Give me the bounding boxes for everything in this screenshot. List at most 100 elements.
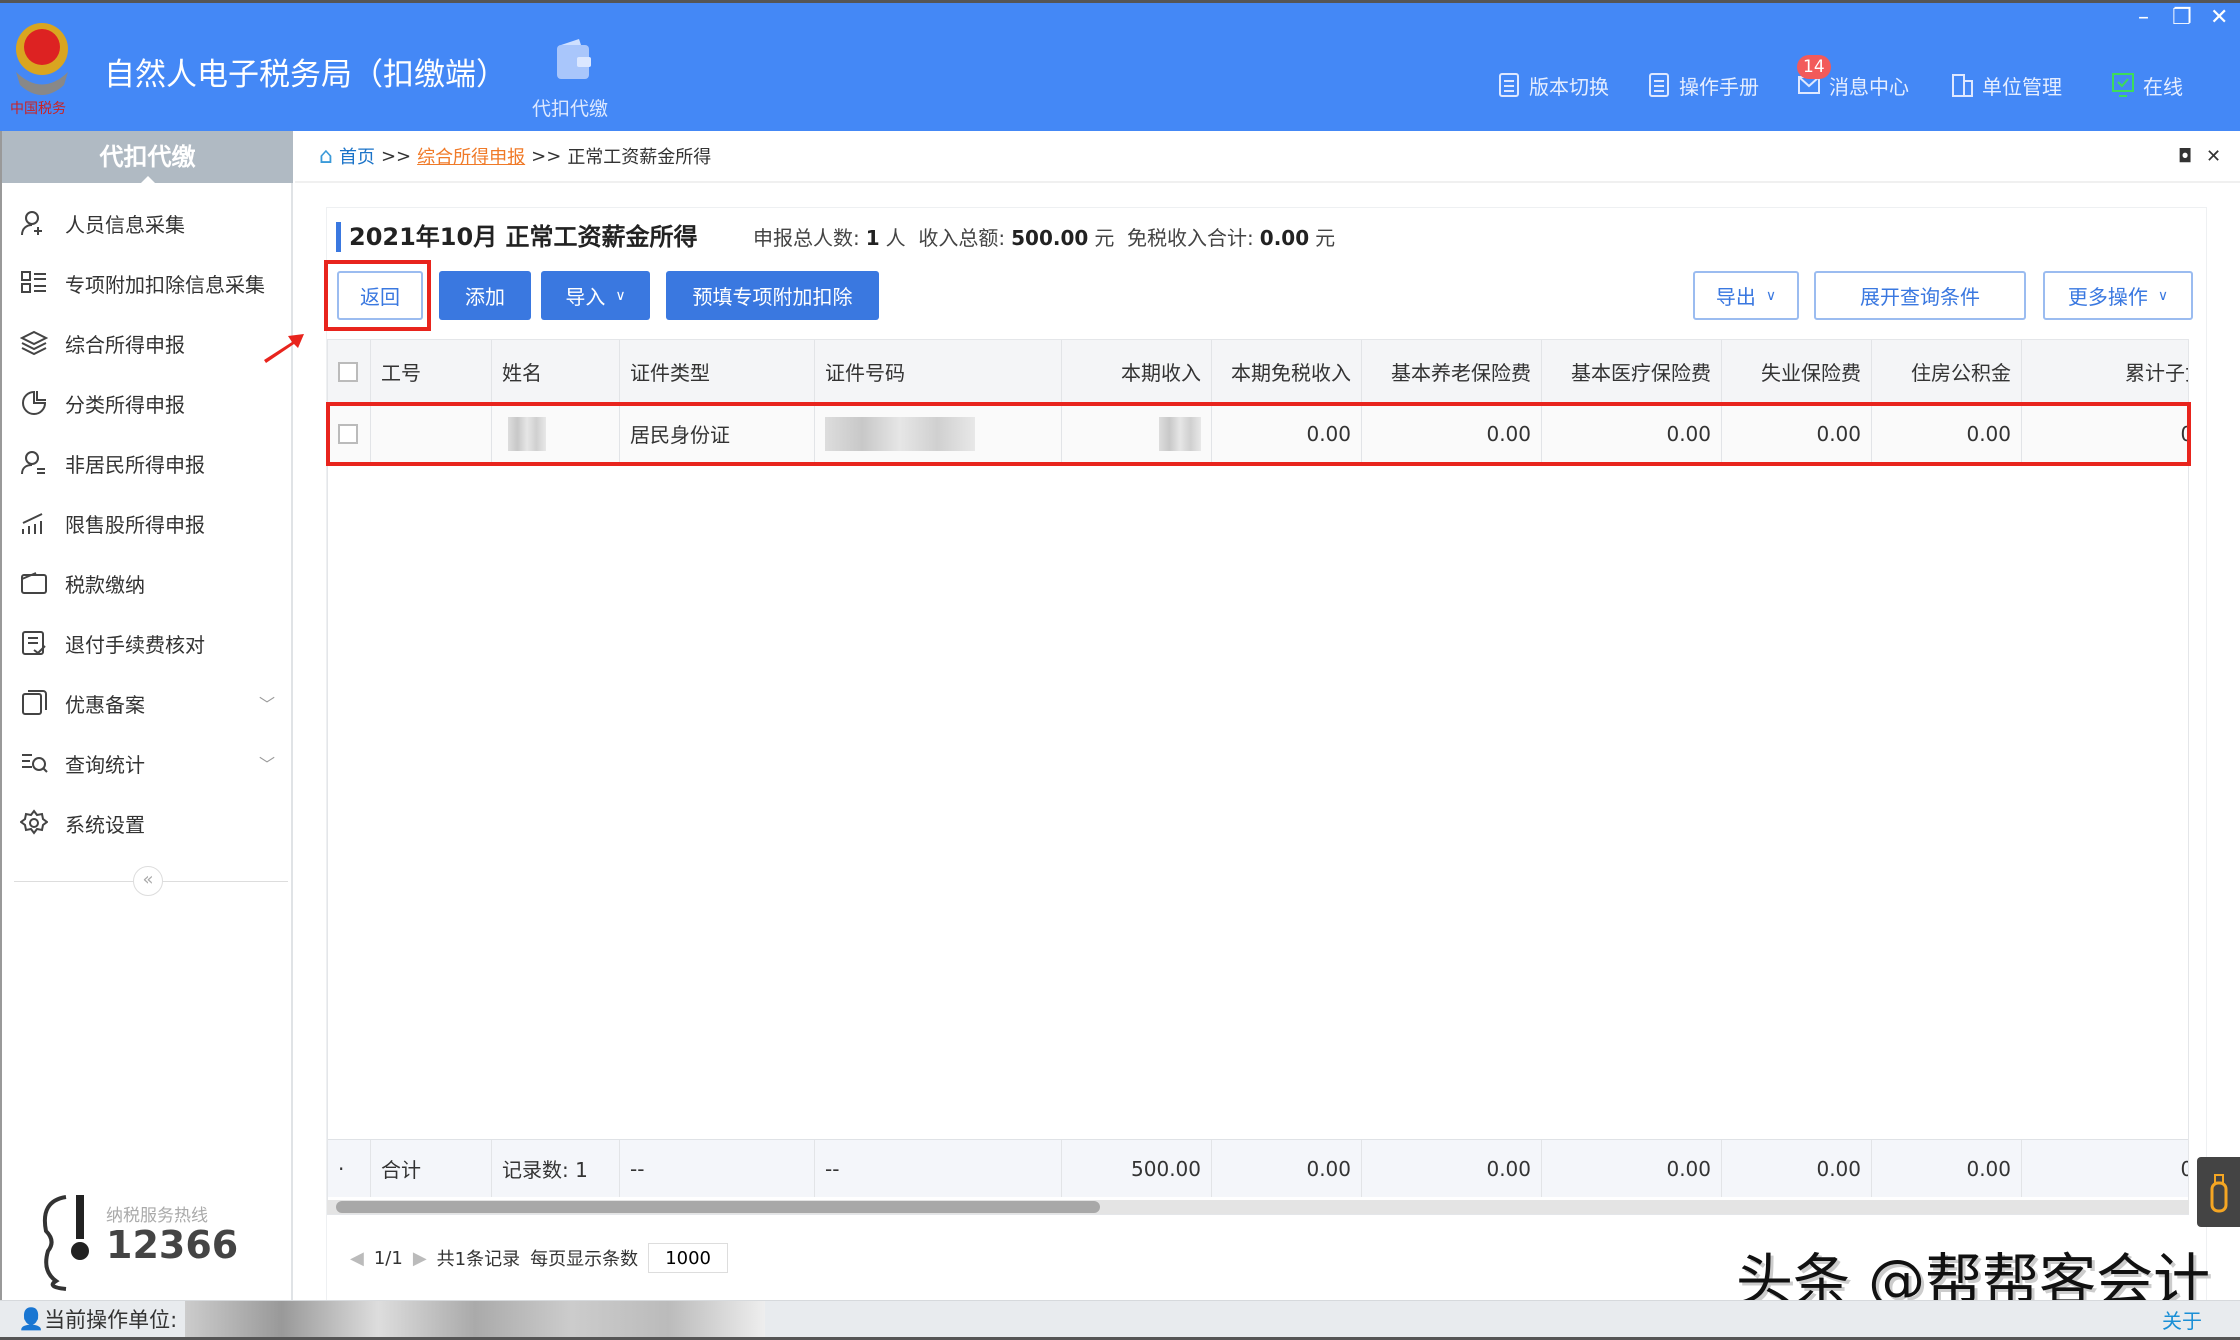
sidebar-item[interactable]: 税款缴纳 (2, 553, 293, 613)
user-icon: 👤 (18, 1306, 45, 1331)
more-actions-dropdown[interactable]: 更多操作 ∨ (2043, 271, 2193, 320)
wallet-icon[interactable] (553, 37, 593, 81)
sidebar-item-label: 系统设置 (65, 812, 145, 837)
import-dropdown[interactable]: 导入 ∨ (541, 271, 650, 320)
footer-cell: 0.00 (2022, 1140, 2188, 1197)
tab-maximize-button[interactable]: ◘ (2178, 146, 2192, 167)
nav-version-switch[interactable]: 版本切换 (1497, 69, 1609, 101)
header-cell[interactable]: 住房公积金 (1872, 340, 2022, 403)
hotline-headset-icon (43, 1195, 89, 1291)
breadcrumb-separator: >> (380, 145, 412, 167)
sidebar-item[interactable]: 专项附加扣除信息采集 (2, 253, 293, 313)
header-cell[interactable]: 本期收入 (1062, 340, 1212, 403)
header-cell[interactable]: 本期免税收入 (1212, 340, 1362, 403)
income-table: 工号 姓名 证件类型 证件号码 本期收入 本期免税收入 基本养老保险费 基本医疗保险费 失业保险… (327, 339, 2189, 1215)
list-icon (21, 271, 46, 293)
footer-cell: -- (620, 1140, 815, 1197)
sidebar-item[interactable]: 系统设置 (2, 793, 293, 853)
chevron-down-icon: ﹀ (258, 755, 275, 774)
header-cell[interactable]: 失业保险费 (1722, 340, 1872, 403)
sidebar-item-label: 非居民所得申报 (65, 452, 205, 477)
sidebar-item[interactable]: 限售股所得申报 (2, 493, 293, 553)
svg-text:中国税务: 中国税务 (10, 101, 66, 117)
count-value: 1 (865, 226, 880, 250)
income-label: 收入总额: (918, 226, 1006, 250)
sidebar-item-label: 退付手续费核对 (65, 632, 205, 657)
close-button[interactable]: ✕ (2210, 5, 2228, 30)
search-list-icon (22, 754, 48, 773)
prev-page-icon[interactable]: ◀ (350, 1248, 364, 1269)
current-unit-label: 当前操作单位: (44, 1308, 178, 1332)
sidebar-item-label: 优惠备案 (65, 692, 145, 717)
sidebar-item[interactable]: 分类所得申报 (2, 373, 293, 433)
chevron-down-icon: ∨ (2157, 287, 2169, 304)
sidebar-item-label: 税款缴纳 (65, 572, 145, 597)
current-unit-redacted (185, 1301, 766, 1337)
breadcrumb-current: 正常工资薪金所得 (567, 147, 712, 168)
more-label: 更多操作 (2067, 285, 2148, 309)
sidebar-item[interactable]: 查询统计 ﹀ (2, 733, 293, 793)
usb-key-widget[interactable] (2197, 1157, 2240, 1227)
nav-unit-management[interactable]: 单位管理 (1950, 69, 2062, 101)
header-cell[interactable]: 证件类型 (620, 340, 815, 403)
pie-chart-icon (22, 390, 47, 415)
breadcrumb: ⌂ 首页 >> 综合所得申报 >> 正常工资薪金所得 (295, 131, 2240, 183)
exempt-label: 免税收入合计: (1127, 226, 1254, 250)
sidebar-item[interactable]: 非居民所得申报 (2, 433, 293, 493)
restore-button[interactable]: ❐ (2172, 5, 2192, 30)
header-cell[interactable]: 基本医疗保险费 (1542, 340, 1722, 403)
nav-manual[interactable]: 操作手册 (1647, 69, 1759, 101)
export-label: 导出 (1715, 285, 1756, 309)
sidebar-item-label: 限售股所得申报 (65, 512, 205, 537)
header-cell[interactable]: 姓名 (492, 340, 620, 403)
breadcrumb-parent[interactable]: 综合所得申报 (417, 143, 525, 169)
row-highlight-box (326, 402, 2191, 466)
breadcrumb-home[interactable]: 首页 (339, 143, 375, 169)
count-unit: 人 (885, 226, 906, 250)
nav-online-status[interactable]: 在线 (2111, 69, 2183, 101)
checkbox[interactable] (338, 361, 358, 382)
minimize-button[interactable]: – (2138, 5, 2149, 30)
export-dropdown[interactable]: 导出 ∨ (1693, 271, 1799, 320)
tab-close-button[interactable]: ✕ (2206, 146, 2221, 167)
hotline-number: 12366 (106, 1223, 239, 1267)
collapse-sidebar-button[interactable]: « (133, 866, 163, 896)
highlight-box (324, 260, 431, 331)
bar-chart-icon (22, 513, 43, 534)
table-total-row: ·合计记录数: 1----500.000.000.000.000.000.000… (328, 1139, 2188, 1197)
header-cell[interactable]: 证件号码 (815, 340, 1062, 403)
income-unit: 元 (1094, 226, 1115, 250)
page-size-input[interactable] (648, 1243, 729, 1273)
exempt-unit: 元 (1315, 226, 1336, 250)
add-button[interactable]: 添加 (439, 271, 531, 320)
next-page-icon[interactable]: ▶ (413, 1248, 427, 1269)
header-cell[interactable]: 基本养老保险费 (1362, 340, 1542, 403)
breadcrumb-separator: >> (531, 145, 562, 167)
sidebar-header: 代扣代缴 (2, 131, 293, 184)
page-size-label: 每页显示条数 (530, 1249, 639, 1270)
about-link[interactable]: 关于 (2162, 1305, 2202, 1334)
footer-cell: · (328, 1140, 371, 1197)
home-icon[interactable]: ⌂ (319, 144, 333, 169)
sidebar-item[interactable]: 优惠备案 ﹀ (2, 673, 293, 733)
header-cell[interactable]: 累计子女教 (2022, 340, 2188, 403)
prefill-deduction-button[interactable]: 预填专项附加扣除 (666, 271, 879, 320)
pagination: ◀ 1/1 ▶ 共1条记录 每页显示条数 (350, 1243, 729, 1273)
footer-cell: 0.00 (1362, 1140, 1542, 1197)
module-tab-label[interactable]: 代扣代缴 (532, 94, 608, 121)
sidebar-item[interactable]: 退付手续费核对 (2, 613, 293, 673)
expand-query-button[interactable]: 展开查询条件 (1814, 271, 2026, 320)
nav-label: 单位管理 (1982, 74, 2062, 99)
scrollbar-thumb[interactable] (336, 1201, 1100, 1213)
header-cell[interactable] (328, 340, 371, 403)
building-icon (1952, 74, 1973, 97)
tax-emblem-logo: 中国税务 (10, 23, 68, 117)
app-title: 自然人电子税务局（扣缴端） (104, 57, 507, 93)
checklist-icon (22, 631, 46, 655)
sidebar-item[interactable]: 综合所得申报 (2, 313, 293, 373)
footer-cell: 0.00 (1872, 1140, 2022, 1197)
sidebar-item-label: 分类所得申报 (65, 392, 185, 417)
sidebar-item[interactable]: 人员信息采集 (2, 193, 293, 253)
header-cell[interactable]: 工号 (371, 340, 492, 403)
status-bar: 👤 当前操作单位: (0, 1300, 2240, 1340)
